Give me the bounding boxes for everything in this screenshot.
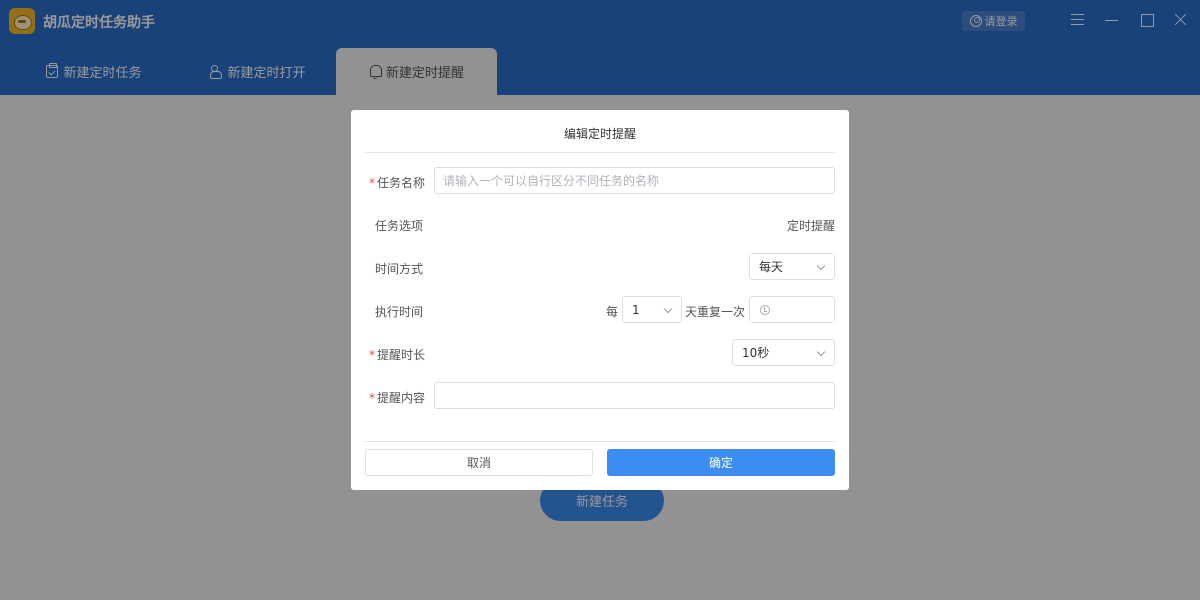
chevron-down-icon — [816, 347, 826, 357]
task-name-label: * 任务名称 — [369, 176, 426, 190]
interval-select[interactable]: 1 — [622, 296, 682, 323]
edit-reminder-dialog: 编辑定时提醒 *任务名称 任务选项 定时提醒 时间方式 每天 执行时间 每 1 … — [351, 110, 849, 490]
dialog-footer-divider — [365, 441, 835, 442]
cancel-button[interactable]: 取消 — [365, 449, 593, 476]
remind-content-label: * 提醒内容 — [369, 391, 426, 405]
dialog-header-divider — [365, 152, 835, 153]
remind-duration-select[interactable]: 10秒 — [732, 339, 835, 366]
exec-time-prefix: 每 — [606, 305, 619, 319]
required-mark: * — [369, 348, 375, 362]
time-mode-label: 时间方式 — [375, 262, 424, 276]
time-picker[interactable] — [749, 296, 835, 323]
required-mark: * — [369, 391, 375, 405]
exec-time-label: 执行时间 — [375, 305, 424, 319]
remind-duration-label: * 提醒时长 — [369, 348, 426, 362]
remind-duration-value: 10秒 — [742, 346, 770, 360]
chevron-down-icon — [816, 261, 826, 271]
required-mark: * — [369, 176, 375, 190]
task-option-label: 任务选项 — [375, 219, 424, 233]
chevron-down-icon — [663, 304, 673, 314]
task-option-value: 定时提醒 — [786, 219, 835, 233]
task-name-input[interactable] — [434, 167, 835, 194]
interval-value: 1 — [632, 302, 640, 317]
confirm-button[interactable]: 确定 — [607, 449, 835, 476]
dialog-title: 编辑定时提醒 — [563, 127, 636, 141]
exec-time-suffix: 天重复一次 — [685, 305, 746, 319]
time-mode-value: 每天 — [759, 260, 784, 274]
remind-content-input[interactable] — [434, 382, 835, 409]
time-mode-select[interactable]: 每天 — [749, 253, 835, 280]
clock-icon — [760, 305, 770, 315]
